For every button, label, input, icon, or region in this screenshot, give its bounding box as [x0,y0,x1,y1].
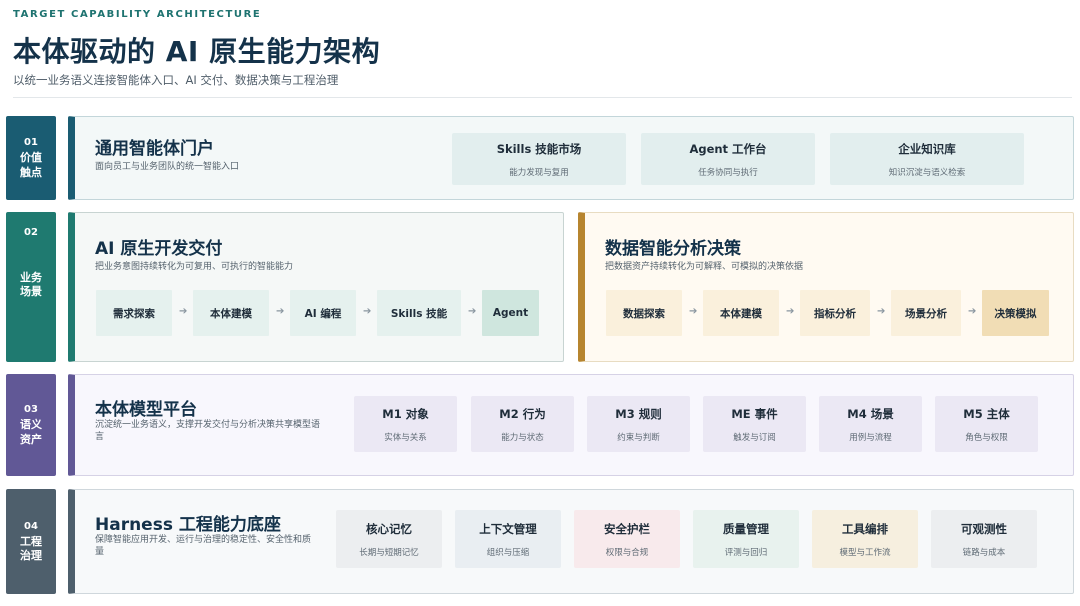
portal-item-knowledge-base[interactable]: 企业知识库 知识沉淀与语义检索 [830,133,1024,185]
ontology-item-m3[interactable]: M3 规则 约束与判断 [587,396,690,452]
dev-step-1[interactable]: 需求探索 [96,290,172,336]
chip-subtitle: 约束与判断 [617,432,660,443]
chip-title: M2 行为 [499,406,546,421]
ontology-item-me[interactable]: ME 事件 触发与订阅 [703,396,806,452]
chip-title: M3 规则 [615,406,662,421]
arrow-icon: ➔ [363,306,372,317]
harness-item-guardrails[interactable]: 安全护栏 权限与合规 [574,510,680,568]
dev-title: AI 原生开发交付 [95,239,223,259]
chip-subtitle: 组织与压缩 [486,547,530,558]
data-step-5[interactable]: 决策模拟 [982,290,1049,336]
chip-title: 质量管理 [723,521,769,536]
ontology-desc: 沉淀统一业务语义，支撑开发交付与分析决策共享模型语言 [95,420,321,443]
chip-subtitle: 链路与成本 [962,547,1006,558]
arrow-icon: ➔ [276,306,285,317]
harness-title: Harness 工程能力底座 [95,515,281,535]
harness-item-quality[interactable]: 质量管理 评测与回归 [693,510,799,568]
chip-subtitle: 能力与状态 [501,432,544,443]
arrow-icon: ➔ [786,306,795,317]
ontology-item-m1[interactable]: M1 对象 实体与关系 [354,396,457,452]
data-step-2[interactable]: 本体建模 [703,290,779,336]
portal-item-agent-workbench[interactable]: Agent 工作台 任务协同与执行 [641,133,815,185]
data-panel: 数据智能分析决策 把数据资产持续转化为可解释、可模拟的决策依据 数据探索 ➔ 本… [578,212,1074,362]
ontology-panel: 本体模型平台 沉淀统一业务语义，支撑开发交付与分析决策共享模型语言 M1 对象 … [68,374,1074,476]
harness-item-context[interactable]: 上下文管理 组织与压缩 [455,510,561,568]
portal-desc: 面向员工与业务团队的统一智能入口 [95,162,240,172]
chip-title: 企业知识库 [898,141,956,156]
layer-label: 工程治理 [20,534,42,562]
dev-step-5[interactable]: Agent [482,290,539,336]
layer-label: 业务场景 [20,271,42,299]
layer-badge-01: 01 价值触点 [6,116,56,200]
harness-item-orchestration[interactable]: 工具编排 模型与工作流 [812,510,918,568]
chip-subtitle: 权限与合规 [605,547,649,558]
data-desc: 把数据资产持续转化为可解释、可模拟的决策依据 [605,262,804,272]
harness-panel: Harness 工程能力底座 保障智能应用开发、运行与治理的稳定性、安全性和质量… [68,489,1074,594]
chip-title: 可观测性 [961,521,1007,536]
arrow-icon: ➔ [179,306,188,317]
layer-number: 04 [24,520,38,532]
arrow-icon: ➔ [468,306,477,317]
chip-title: Agent 工作台 [689,141,767,156]
chip-subtitle: 角色与权限 [965,432,1008,443]
dev-step-3[interactable]: AI 编程 [290,290,356,336]
layer-badge-02: 02 业务场景 [6,212,56,362]
dev-step-4[interactable]: Skills 技能 [377,290,461,336]
chip-title: Skills 技能市场 [496,141,582,156]
data-title: 数据智能分析决策 [605,239,741,259]
eyebrow-label: TARGET CAPABILITY ARCHITECTURE [13,9,262,20]
layer-badge-03: 03 语义资产 [6,374,56,476]
chip-subtitle: 用例与流程 [849,432,892,443]
dev-panel: AI 原生开发交付 把业务意图持续转化为可复用、可执行的智能能力 需求探索 ➔ … [68,212,564,362]
harness-desc: 保障智能应用开发、运行与治理的稳定性、安全性和质量 [95,535,312,558]
ontology-item-m4[interactable]: M4 场景 用例与流程 [819,396,922,452]
chip-title: M1 对象 [382,406,429,421]
data-step-3[interactable]: 指标分析 [800,290,870,336]
ontology-item-m2[interactable]: M2 行为 能力与状态 [471,396,574,452]
chip-subtitle: 触发与订阅 [733,432,776,443]
arrow-icon: ➔ [968,306,977,317]
harness-item-observability[interactable]: 可观测性 链路与成本 [931,510,1037,568]
chip-title: 上下文管理 [479,521,537,536]
chip-subtitle: 任务协同与执行 [698,167,758,178]
arrow-icon: ➔ [689,306,698,317]
chip-subtitle: 知识沉淀与语义检索 [888,167,966,178]
data-step-4[interactable]: 场景分析 [891,290,961,336]
page-title: 本体驱动的 AI 原生能力架构 [13,35,381,68]
chip-subtitle: 能力发现与复用 [509,167,569,178]
chip-subtitle: 评测与回归 [724,547,768,558]
chip-subtitle: 长期与短期记忆 [359,547,419,558]
layer-number: 02 [24,227,38,238]
chip-title: 核心记忆 [366,521,412,536]
portal-item-skills-market[interactable]: Skills 技能市场 能力发现与复用 [452,133,626,185]
chip-title: 安全护栏 [604,521,650,536]
dev-desc: 把业务意图持续转化为可复用、可执行的智能能力 [95,262,294,272]
layer-label: 价值触点 [20,151,42,179]
ontology-item-m5[interactable]: M5 主体 角色与权限 [935,396,1038,452]
chip-title: M5 主体 [963,406,1010,421]
page-subtitle: 以统一业务语义连接智能体入口、AI 交付、数据决策与工程治理 [13,73,339,87]
portal-panel: 通用智能体门户 面向员工与业务团队的统一智能入口 Skills 技能市场 能力发… [68,116,1074,200]
header-divider [13,97,1072,98]
layer-label: 语义资产 [20,418,42,446]
layer-number: 01 [24,137,38,149]
chip-title: 工具编排 [842,521,888,536]
data-step-1[interactable]: 数据探索 [606,290,682,336]
layer-number: 03 [24,404,38,416]
dev-step-2[interactable]: 本体建模 [193,290,269,336]
chip-subtitle: 模型与工作流 [839,547,891,558]
arrow-icon: ➔ [877,306,886,317]
ontology-title: 本体模型平台 [95,400,197,420]
chip-title: ME 事件 [731,406,778,421]
chip-subtitle: 实体与关系 [384,432,427,443]
chip-title: M4 场景 [847,406,894,421]
portal-title: 通用智能体门户 [95,139,214,159]
layer-badge-04: 04 工程治理 [6,489,56,594]
harness-item-core-memory[interactable]: 核心记忆 长期与短期记忆 [336,510,442,568]
